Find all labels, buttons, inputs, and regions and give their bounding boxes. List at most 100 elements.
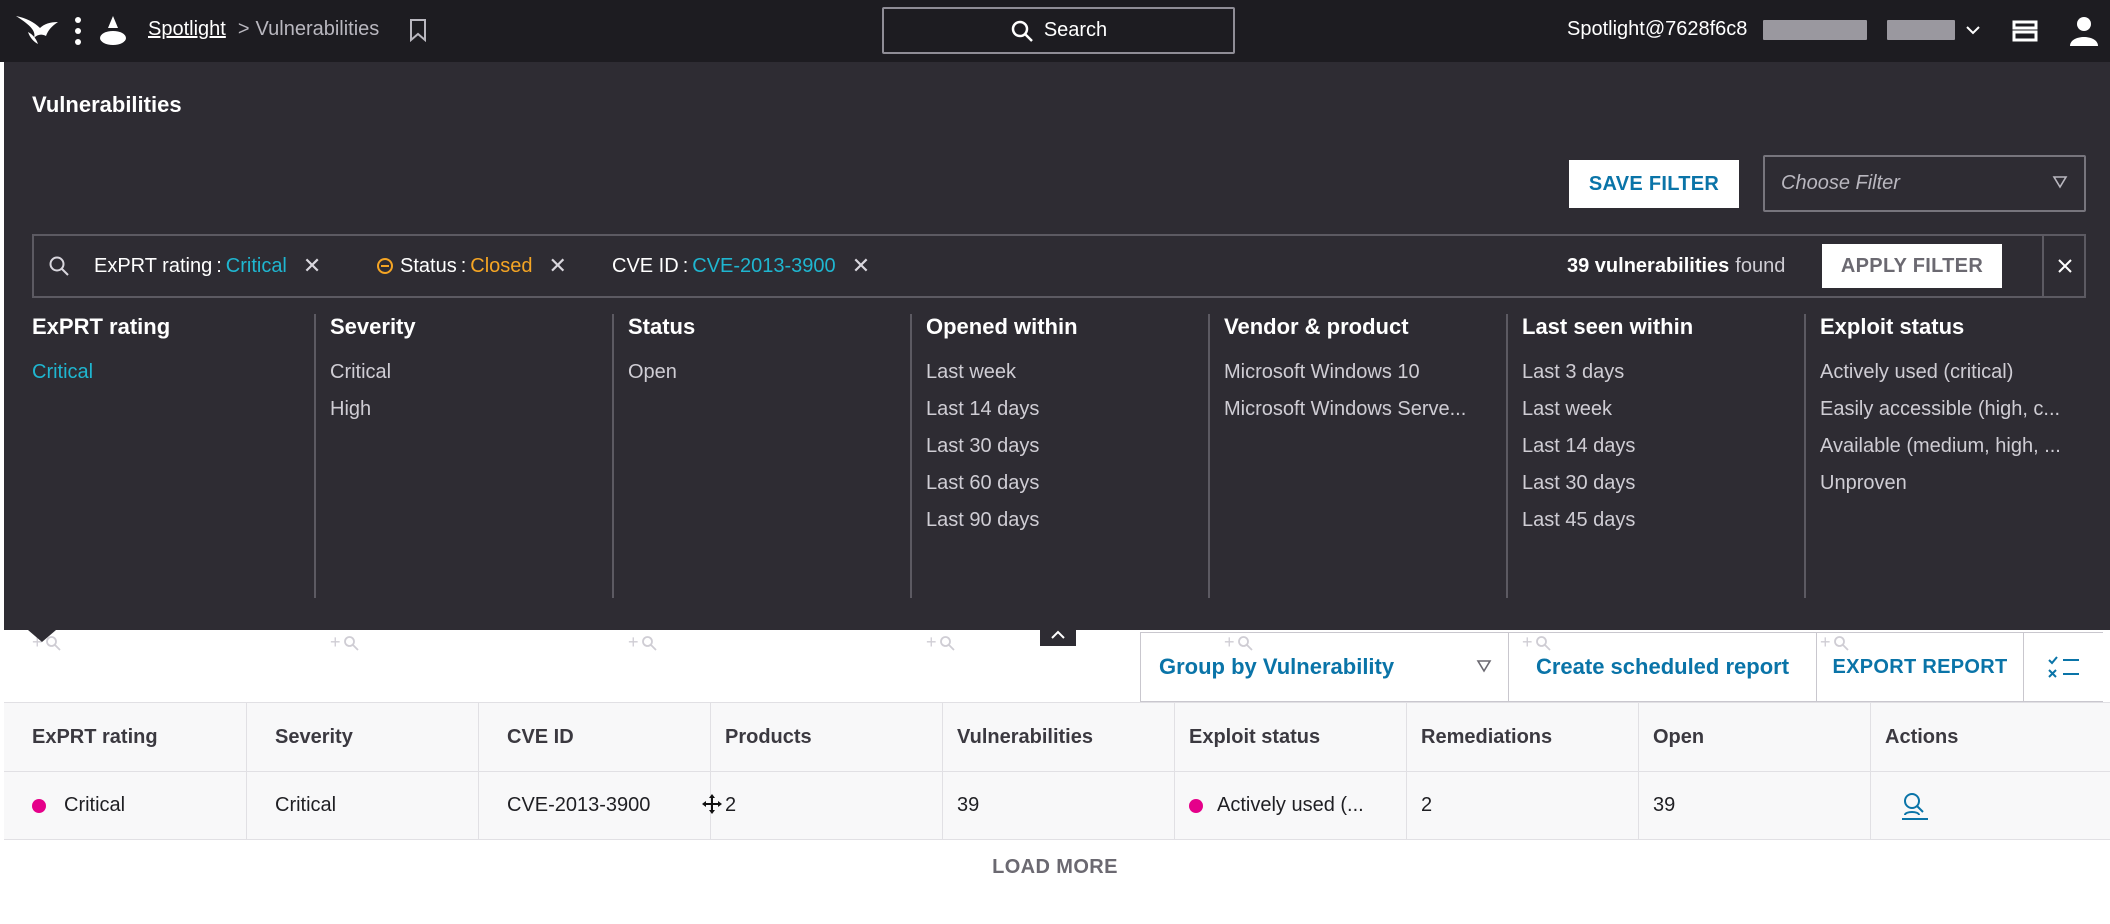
investigate-icon[interactable] <box>1899 790 1931 822</box>
facet-option[interactable]: Microsoft Windows Serve... <box>1224 397 1466 434</box>
facet-option[interactable]: Critical <box>32 360 93 397</box>
load-more-button[interactable]: LOAD MORE <box>0 856 2110 879</box>
cell-remediations: 2 <box>1406 772 1638 839</box>
facet-search-more[interactable]: + <box>330 632 359 653</box>
user-avatar-icon[interactable] <box>2068 14 2100 46</box>
search-icon <box>939 635 955 651</box>
chevron-down-icon <box>1966 25 1981 34</box>
facet-option[interactable]: Last week <box>1522 397 1635 434</box>
top-bar: Spotlight > Vulnerabilities Search Spotl… <box>0 0 2110 62</box>
user-name: Spotlight@7628f6c8 <box>1567 18 1748 40</box>
group-by-select[interactable]: Group by Vulnerability <box>1140 632 1508 702</box>
critical-dot-icon <box>1189 798 1203 813</box>
choose-filter-select[interactable]: Choose Filter <box>1763 155 2086 212</box>
facet-option[interactable]: Last 90 days <box>926 508 1039 545</box>
triangle-down-icon <box>2052 176 2068 189</box>
apply-filter-button[interactable]: APPLY FILTER <box>1822 244 2002 288</box>
facet-option[interactable]: High <box>330 397 391 434</box>
facet-exploit-status: Exploit status Actively used (critical) … <box>1804 314 2094 652</box>
cell-cve[interactable]: CVE-2013-3900 <box>478 772 710 839</box>
cell-exploit-status: Actively used (... <box>1174 772 1406 839</box>
breadcrumb-spotlight-link[interactable]: Spotlight <box>148 18 226 41</box>
table-header: ExPRT rating Severity CVE ID Products Vu… <box>4 702 2110 772</box>
column-chooser-icon[interactable] <box>2023 632 2103 702</box>
col-header-open[interactable]: Open <box>1638 703 1870 771</box>
search-icon <box>641 635 657 651</box>
facet-option[interactable]: Last week <box>926 360 1039 397</box>
active-filter-bar[interactable]: ExPRT rating : Critical ✕ Status : Close… <box>32 234 2086 298</box>
search-icon <box>48 236 70 296</box>
cell-exprt: Critical <box>4 772 246 839</box>
facet-option[interactable]: Easily accessible (high, c... <box>1820 397 2061 434</box>
bookmark-icon[interactable] <box>408 18 428 42</box>
search-icon <box>343 635 359 651</box>
create-scheduled-report-button[interactable]: Create scheduled report <box>1508 632 1816 702</box>
results-count: 39 vulnerabilities found <box>1567 254 1786 277</box>
facet-vendor-product: Vendor & product Microsoft Windows 10 Mi… <box>1208 314 1504 652</box>
breadcrumb-current: Vulnerabilities <box>255 18 380 40</box>
facet-option[interactable]: Last 30 days <box>926 434 1039 471</box>
search-icon <box>1011 20 1033 42</box>
col-header-actions: Actions <box>1870 703 2110 771</box>
report-toolbar: Group by Vulnerability Create scheduled … <box>1140 632 2103 702</box>
col-header-remediations[interactable]: Remediations <box>1406 703 1638 771</box>
cell-vulnerabilities: 39 <box>942 772 1174 839</box>
filter-panel: Vulnerabilities SAVE FILTER Choose Filte… <box>4 62 2110 652</box>
facet-opened-within: Opened within Last week Last 14 days Las… <box>910 314 1206 652</box>
facet-search-more[interactable]: + <box>628 632 657 653</box>
remove-chip-icon[interactable]: ✕ <box>549 253 567 279</box>
facet-option[interactable]: Unproven <box>1820 471 2061 508</box>
search-label: Search <box>1043 19 1108 41</box>
cell-products: 2 <box>710 772 942 839</box>
facet-option[interactable]: Last 14 days <box>926 397 1039 434</box>
clear-filters-icon[interactable] <box>2042 236 2086 296</box>
move-cursor-icon <box>700 792 724 816</box>
col-header-products[interactable]: Products <box>710 703 942 771</box>
chevron-up-icon <box>1051 630 1065 639</box>
user-menu[interactable]: Spotlight@7628f6c8 <box>1567 18 1981 41</box>
col-header-cve[interactable]: CVE ID <box>478 703 710 771</box>
vulnerabilities-table: ExPRT rating Severity CVE ID Products Vu… <box>4 702 2110 840</box>
facet-option[interactable]: Last 60 days <box>926 471 1039 508</box>
cell-open: 39 <box>1638 772 1870 839</box>
facet-option[interactable]: Last 30 days <box>1522 471 1635 508</box>
facet-last-seen-within: Last seen within Last 3 days Last week L… <box>1506 314 1802 652</box>
facet-severity: Severity Critical High + <box>314 314 610 652</box>
filter-chip-exprt[interactable]: ExPRT rating : Critical ✕ <box>94 236 321 296</box>
col-header-vulnerabilities[interactable]: Vulnerabilities <box>942 703 1174 771</box>
table-row[interactable]: Critical Critical CVE-2013-3900 2 39 Act… <box>4 772 2110 840</box>
export-report-button[interactable]: EXPORT REPORT <box>1816 632 2023 702</box>
remove-chip-icon[interactable]: ✕ <box>303 253 321 279</box>
breadcrumb-separator: > <box>237 18 250 40</box>
exclude-icon <box>377 258 393 274</box>
facet-option[interactable]: Critical <box>330 360 391 397</box>
facet-option[interactable]: Last 3 days <box>1522 360 1635 397</box>
filter-chip-status[interactable]: Status : Closed ✕ <box>376 236 567 296</box>
cell-severity: Critical <box>246 772 478 839</box>
facet-status: Status Open + <box>612 314 908 652</box>
facet-option[interactable]: Available (medium, high, ... <box>1820 434 2061 471</box>
redacted-text <box>1887 19 1956 40</box>
facet-option[interactable]: Last 45 days <box>1522 508 1635 545</box>
facet-search-more[interactable]: + <box>926 632 955 653</box>
filter-chip-cve[interactable]: CVE ID : CVE-2013-3900 ✕ <box>612 236 870 296</box>
save-filter-button[interactable]: SAVE FILTER <box>1569 160 1739 208</box>
col-header-exprt[interactable]: ExPRT rating <box>4 703 246 771</box>
facet-option[interactable]: Last 14 days <box>1522 434 1635 471</box>
panel-pointer <box>28 630 56 642</box>
col-header-exploit-status[interactable]: Exploit status <box>1174 703 1406 771</box>
facet-option[interactable]: Microsoft Windows 10 <box>1224 360 1466 397</box>
critical-dot-icon <box>32 798 46 813</box>
facet-option[interactable]: Open <box>628 360 677 397</box>
breadcrumb: Spotlight > Vulnerabilities <box>148 18 379 41</box>
stacked-layers-icon[interactable] <box>2010 16 2040 46</box>
falcon-logo-icon[interactable] <box>14 12 60 48</box>
spotlight-app-icon[interactable] <box>98 14 128 46</box>
collapse-panel-toggle[interactable] <box>1040 624 1076 646</box>
facet-option[interactable]: Actively used (critical) <box>1820 360 2061 397</box>
col-header-severity[interactable]: Severity <box>246 703 478 771</box>
kebab-menu-icon[interactable] <box>74 16 82 46</box>
choose-filter-placeholder: Choose Filter <box>1781 172 1900 194</box>
remove-chip-icon[interactable]: ✕ <box>852 253 870 279</box>
search-button[interactable]: Search <box>882 7 1235 54</box>
